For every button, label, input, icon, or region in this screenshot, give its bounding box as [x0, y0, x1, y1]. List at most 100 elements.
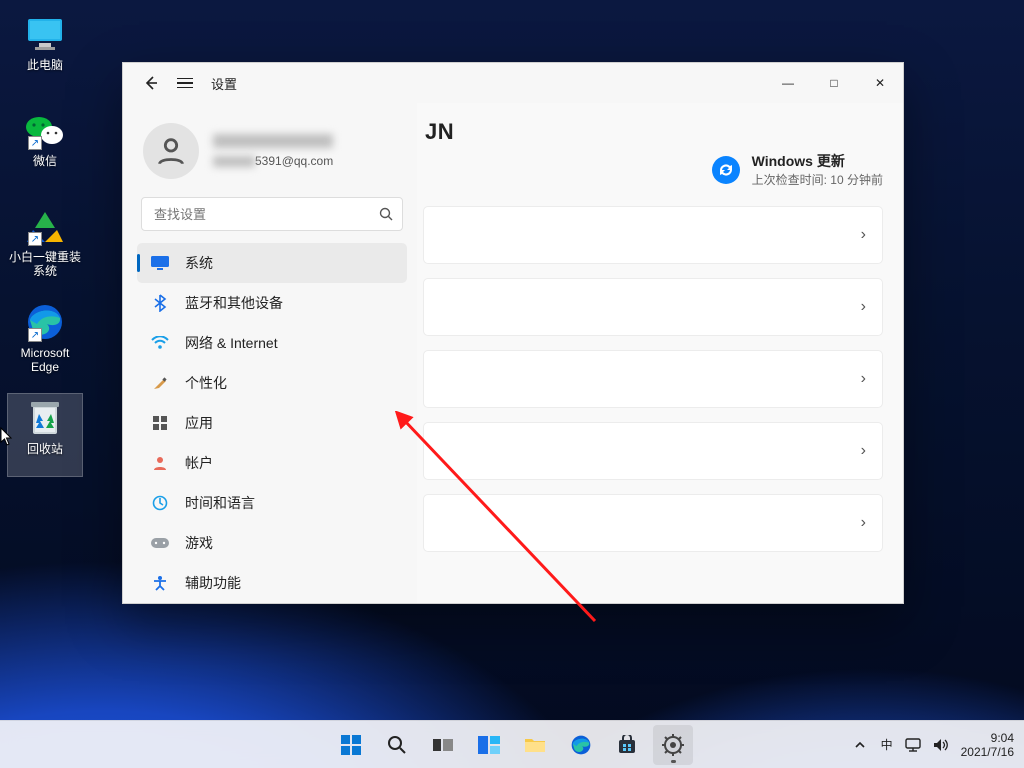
- nav-label: 游戏: [185, 533, 213, 553]
- edge-icon: ↗: [23, 302, 67, 342]
- settings-taskbar-button[interactable]: [653, 725, 693, 765]
- hamburger-menu-button[interactable]: [177, 78, 193, 89]
- person-icon: [154, 134, 188, 168]
- account-name-blurred: [213, 134, 333, 148]
- accessibility-icon: [151, 574, 169, 592]
- nav-label: 系统: [185, 253, 213, 273]
- settings-sidebar: 5391@qq.com 系统 蓝牙和其他设备: [123, 103, 417, 603]
- nav-personalization[interactable]: 个性化: [137, 363, 407, 403]
- desktop-icon-label: 微信: [33, 154, 57, 168]
- settings-window: 设置 — □ ✕ 5391@qq.com: [122, 62, 904, 604]
- gear-icon: [662, 734, 684, 756]
- desktop-icon-label: 此电脑: [27, 58, 63, 72]
- search-icon: [387, 735, 407, 755]
- windows-update-title: Windows 更新: [752, 151, 883, 171]
- person-icon: [151, 454, 169, 472]
- desktop-icon-label: Microsoft Edge: [8, 346, 82, 374]
- system-tray: 中 9:04 2021/7/16: [851, 731, 1024, 759]
- titlebar[interactable]: 设置 — □ ✕: [123, 63, 903, 103]
- shortcut-badge-icon: ↗: [28, 136, 42, 150]
- wifi-icon: [151, 334, 169, 352]
- nav-system[interactable]: 系统: [137, 243, 407, 283]
- settings-card[interactable]: ›: [423, 278, 883, 336]
- search-input[interactable]: [141, 197, 403, 231]
- network-icon: [905, 738, 921, 752]
- app-title: 设置: [211, 74, 237, 93]
- chevron-right-icon: ›: [861, 298, 866, 316]
- taskbar-search-button[interactable]: [377, 725, 417, 765]
- account-email: 5391@qq.com: [213, 154, 333, 168]
- shortcut-badge-icon: ↗: [28, 232, 42, 246]
- nav-gaming[interactable]: 游戏: [137, 523, 407, 563]
- desktop-icon-edge[interactable]: ↗ Microsoft Edge: [8, 298, 82, 380]
- clock-date: 2021/7/16: [961, 745, 1014, 759]
- store-button[interactable]: [607, 725, 647, 765]
- settings-nav: 系统 蓝牙和其他设备 网络 & Internet 个性化 应用: [137, 243, 407, 603]
- nav-apps[interactable]: 应用: [137, 403, 407, 443]
- desktop-icon-this-pc[interactable]: 此电脑: [8, 10, 82, 92]
- settings-card[interactable]: ›: [423, 494, 883, 552]
- arrow-left-icon: [143, 75, 159, 91]
- edge-button[interactable]: [561, 725, 601, 765]
- network-tray-icon[interactable]: [905, 738, 921, 752]
- wechat-icon: ↗: [23, 110, 67, 150]
- avatar: [143, 123, 199, 179]
- nav-label: 帐户: [185, 453, 213, 473]
- nav-accessibility[interactable]: 辅助功能: [137, 563, 407, 603]
- widgets-icon: [478, 736, 500, 754]
- window-maximize-button[interactable]: □: [811, 63, 857, 103]
- chevron-up-icon: [855, 741, 865, 749]
- desktop-icons: 此电脑 ↗ 微信 ↗ 小白一键重装系统 ↗ Microsoft Edge 回收站: [8, 10, 88, 490]
- clock-time: 9:04: [961, 731, 1014, 745]
- folder-icon: [524, 736, 546, 754]
- recycle-bin-icon: [23, 398, 67, 438]
- bluetooth-icon: [151, 294, 169, 312]
- nav-label: 辅助功能: [185, 573, 241, 593]
- chevron-right-icon: ›: [861, 514, 866, 532]
- nav-label: 蓝牙和其他设备: [185, 293, 283, 313]
- nav-network[interactable]: 网络 & Internet: [137, 323, 407, 363]
- close-icon: ✕: [875, 76, 885, 90]
- desktop-icon-recycle-bin[interactable]: 回收站: [8, 394, 82, 476]
- clock-globe-icon: [151, 494, 169, 512]
- settings-card[interactable]: ›: [423, 350, 883, 408]
- nav-label: 时间和语言: [185, 493, 255, 513]
- settings-card[interactable]: ›: [423, 422, 883, 480]
- ime-indicator[interactable]: 中: [881, 736, 893, 753]
- store-icon: [617, 735, 637, 755]
- nav-bluetooth[interactable]: 蓝牙和其他设备: [137, 283, 407, 323]
- task-view-button[interactable]: [423, 725, 463, 765]
- nav-accounts[interactable]: 帐户: [137, 443, 407, 483]
- volume-tray-icon[interactable]: [933, 738, 949, 752]
- window-close-button[interactable]: ✕: [857, 63, 903, 103]
- chevron-right-icon: ›: [861, 442, 866, 460]
- windows-update-subtitle: 上次检查时间: 10 分钟前: [752, 171, 883, 188]
- task-view-icon: [433, 737, 453, 753]
- windows-logo-icon: [340, 734, 362, 756]
- settings-content: JN Windows 更新 上次检查时间: 10 分钟前 › › › › ›: [417, 103, 903, 603]
- settings-search[interactable]: [141, 197, 403, 231]
- nav-label: 应用: [185, 413, 213, 433]
- settings-card[interactable]: ›: [423, 206, 883, 264]
- nav-time-language[interactable]: 时间和语言: [137, 483, 407, 523]
- recycle-arrows-icon: ↗: [23, 206, 67, 246]
- widgets-button[interactable]: [469, 725, 509, 765]
- maximize-icon: □: [830, 76, 837, 90]
- start-button[interactable]: [331, 725, 371, 765]
- windows-update-tile[interactable]: Windows 更新 上次检查时间: 10 分钟前: [423, 151, 883, 188]
- window-minimize-button[interactable]: —: [765, 63, 811, 103]
- tray-overflow-button[interactable]: [851, 737, 869, 753]
- paintbrush-icon: [151, 374, 169, 392]
- account-header[interactable]: 5391@qq.com: [137, 119, 407, 195]
- desktop-icon-label: 小白一键重装系统: [8, 250, 82, 278]
- nav-label: 个性化: [185, 373, 227, 393]
- desktop-icon-wechat[interactable]: ↗ 微信: [8, 106, 82, 188]
- back-button[interactable]: [143, 75, 159, 91]
- desktop-icon-label: 回收站: [27, 442, 63, 456]
- desktop-icon-xiaobai[interactable]: ↗ 小白一键重装系统: [8, 202, 82, 284]
- gamepad-icon: [151, 534, 169, 552]
- taskbar-clock[interactable]: 9:04 2021/7/16: [961, 731, 1014, 759]
- minimize-icon: —: [782, 76, 794, 90]
- monitor-icon: [23, 14, 67, 54]
- file-explorer-button[interactable]: [515, 725, 555, 765]
